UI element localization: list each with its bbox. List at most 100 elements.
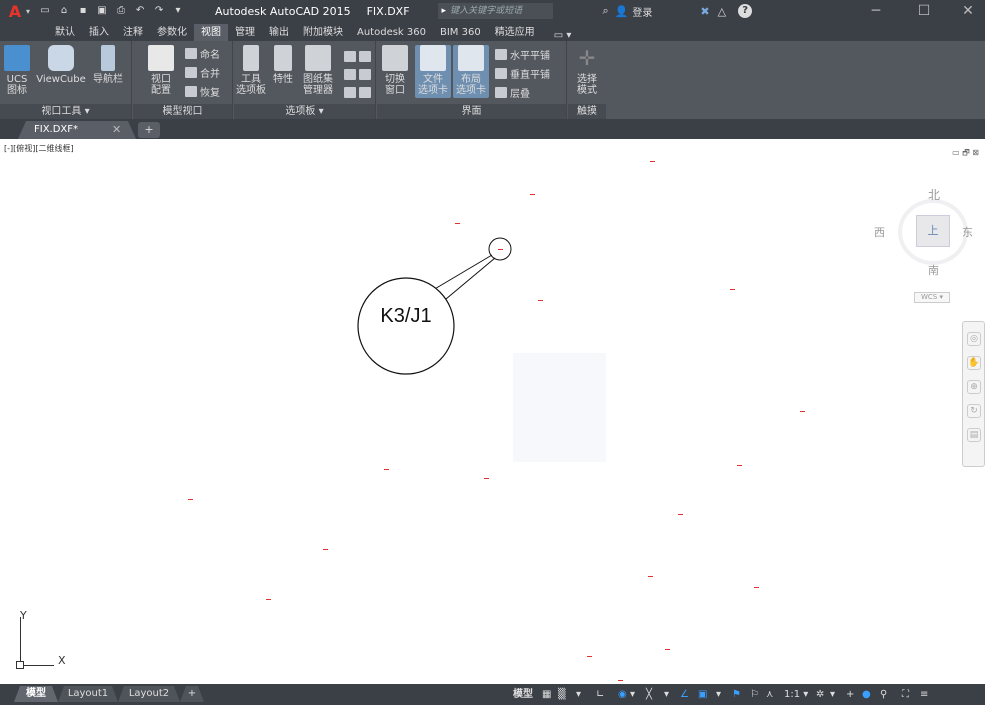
showmotion-icon[interactable]: ▤	[967, 428, 981, 442]
chevron-down-icon[interactable]: ▾	[830, 687, 835, 702]
tab-output[interactable]: 输出	[262, 24, 296, 41]
orbit-icon[interactable]: ↻	[967, 404, 981, 418]
tile-horizontal-button[interactable]: 水平平铺	[495, 47, 550, 62]
auto-scale-icon[interactable]: ⚐	[750, 687, 759, 702]
join-icon	[185, 66, 197, 78]
new-tab-button[interactable]: +	[138, 122, 160, 138]
isolate-objects-icon[interactable]: ●	[862, 687, 871, 702]
sheet-set-button[interactable]: 图纸集 管理器	[298, 45, 338, 96]
wcs-menu[interactable]: WCS ▾	[914, 292, 950, 303]
named-viewports-button[interactable]: 命名	[185, 46, 220, 61]
help-icon[interactable]: ?	[738, 4, 753, 18]
redo-icon[interactable]: ↷	[152, 5, 166, 17]
save-icon[interactable]: ▪	[76, 5, 90, 17]
object-snap-icon[interactable]: ▣	[698, 687, 707, 702]
tile-vertical-button[interactable]: 垂直平铺	[495, 66, 550, 81]
panel-title-viewport-tools[interactable]: 视口工具 ▾	[0, 104, 131, 119]
file-tab[interactable]: FIX.DXF* ✕	[18, 121, 136, 139]
plus-icon[interactable]: +	[846, 687, 854, 702]
palette-small-3[interactable]	[344, 85, 371, 99]
new-icon[interactable]: ▭	[38, 5, 52, 17]
zoom-icon[interactable]: ⊕	[967, 380, 981, 394]
layout1-tab[interactable]: Layout1	[58, 686, 118, 702]
layout2-tab[interactable]: Layout2	[118, 686, 180, 702]
login-button[interactable]: 登录	[632, 4, 652, 19]
chevron-down-icon[interactable]: ▾	[576, 687, 581, 702]
tab-manage[interactable]: 管理	[228, 24, 262, 41]
object-snap-tracking-icon[interactable]: ∠	[680, 687, 689, 702]
isodraft-icon[interactable]: ╳	[646, 687, 652, 702]
chevron-down-icon[interactable]: ▾	[26, 7, 30, 16]
viewport-config-button[interactable]: 视口 配置	[143, 45, 179, 96]
annotation-visibility-icon[interactable]: ⚑	[732, 687, 741, 702]
cascade-button[interactable]: 层叠	[495, 85, 530, 100]
ribbon-display-toggle-icon[interactable]: ▭ ▾	[554, 30, 572, 41]
open-icon[interactable]: ⌂	[57, 5, 71, 17]
customize-qat-icon[interactable]: ▾	[171, 5, 185, 17]
tab-default[interactable]: 默认	[48, 24, 82, 41]
tab-view[interactable]: 视图	[194, 24, 228, 41]
tab-annotate[interactable]: 注释	[116, 24, 150, 41]
join-viewports-button[interactable]: 合并	[185, 65, 220, 80]
pan-icon[interactable]: ✋	[967, 356, 981, 370]
minimize-button[interactable]: ─	[858, 0, 894, 22]
title-bar: A ▾ ▭ ⌂ ▪ ▣ ⎙ ↶ ↷ ▾ Autodesk AutoCAD 201…	[0, 0, 985, 22]
model-space-button[interactable]: 模型	[513, 687, 533, 702]
viewcube-face-top[interactable]: 上	[916, 215, 950, 247]
viewcube-south[interactable]: 南	[928, 262, 939, 278]
ortho-icon[interactable]: ∟	[596, 687, 604, 702]
ucs-icon-button[interactable]: UCS 图标	[2, 45, 32, 96]
chevron-down-icon[interactable]: ▾	[664, 687, 669, 702]
annotation-scale-dropdown[interactable]: 1:1 ▾	[784, 687, 808, 702]
file-tabs-button[interactable]: 文件 选项卡	[415, 45, 451, 98]
restore-viewports-button[interactable]: 恢复	[185, 84, 220, 99]
search-input[interactable]: ▸ 键入关键字或短语	[437, 3, 553, 19]
tab-addins[interactable]: 附加模块	[296, 24, 350, 41]
palette-small-1[interactable]	[344, 49, 371, 63]
viewcube-north[interactable]: 北	[928, 186, 940, 203]
steering-wheel-icon[interactable]: ◎	[967, 332, 981, 346]
close-icon[interactable]: ✕	[112, 121, 121, 139]
select-mode-icon: ✛	[578, 46, 596, 70]
save-as-icon[interactable]: ▣	[95, 5, 109, 17]
exchange-apps-icon[interactable]: ✖	[700, 5, 709, 18]
undo-icon[interactable]: ↶	[133, 5, 147, 17]
tab-insert[interactable]: 插入	[82, 24, 116, 41]
close-button[interactable]: ✕	[950, 0, 985, 22]
switch-windows-button[interactable]: 切换 窗口	[379, 45, 411, 96]
layout-tabs-button[interactable]: 布局 选项卡	[453, 45, 489, 98]
navbar-button[interactable]: 导航栏	[88, 45, 128, 85]
model-layout-tab[interactable]: 模型	[14, 686, 58, 702]
tab-featured-apps[interactable]: 精选应用	[488, 24, 542, 41]
annotation-scale-icon[interactable]: ⋏	[766, 687, 773, 702]
sheet-set-label: 图纸集 管理器	[303, 74, 333, 96]
grid-icon[interactable]: ▦	[542, 687, 551, 702]
user-icon[interactable]: 👤	[615, 5, 629, 18]
panel-title-palettes[interactable]: 选项板 ▾	[234, 104, 375, 119]
polar-icon[interactable]: ◉	[618, 687, 627, 702]
hardware-acceleration-icon[interactable]: ⚲	[880, 687, 887, 702]
tab-autodesk-360[interactable]: Autodesk 360	[350, 24, 433, 41]
add-layout-button[interactable]: +	[180, 686, 204, 702]
viewcube-button[interactable]: ViewCube	[36, 45, 86, 85]
select-mode-button[interactable]: ✛ 选择 模式	[570, 45, 604, 96]
tab-parametric[interactable]: 参数化	[150, 24, 194, 41]
chevron-down-icon[interactable]: ▾	[630, 687, 635, 702]
snap-icon[interactable]: ▒	[558, 687, 566, 702]
maximize-button[interactable]: ☐	[906, 0, 942, 22]
tab-bim-360[interactable]: BIM 360	[433, 24, 488, 41]
clean-screen-icon[interactable]: ⛶	[902, 687, 909, 702]
drawing-canvas[interactable]: [-][俯视][二维线框] ▭ 🗗 ⊠ K3/J1 北 西 东 南 上 WCS …	[0, 139, 985, 684]
print-icon[interactable]: ⎙	[114, 5, 128, 17]
viewcube-east[interactable]: 东	[962, 224, 973, 240]
app-title: Autodesk AutoCAD 2015	[215, 4, 351, 18]
gear-icon[interactable]: ✲	[816, 687, 824, 702]
a360-icon[interactable]: △	[718, 5, 726, 18]
customization-menu-icon[interactable]: ≡	[920, 687, 928, 702]
viewcube-west[interactable]: 西	[874, 224, 885, 240]
binoculars-icon[interactable]: ⌕	[603, 4, 609, 18]
tool-palettes-button[interactable]: 工具 选项板	[234, 45, 268, 96]
chevron-down-icon[interactable]: ▾	[716, 687, 721, 702]
properties-button[interactable]: 特性	[268, 45, 298, 85]
palette-small-2[interactable]	[344, 67, 371, 81]
